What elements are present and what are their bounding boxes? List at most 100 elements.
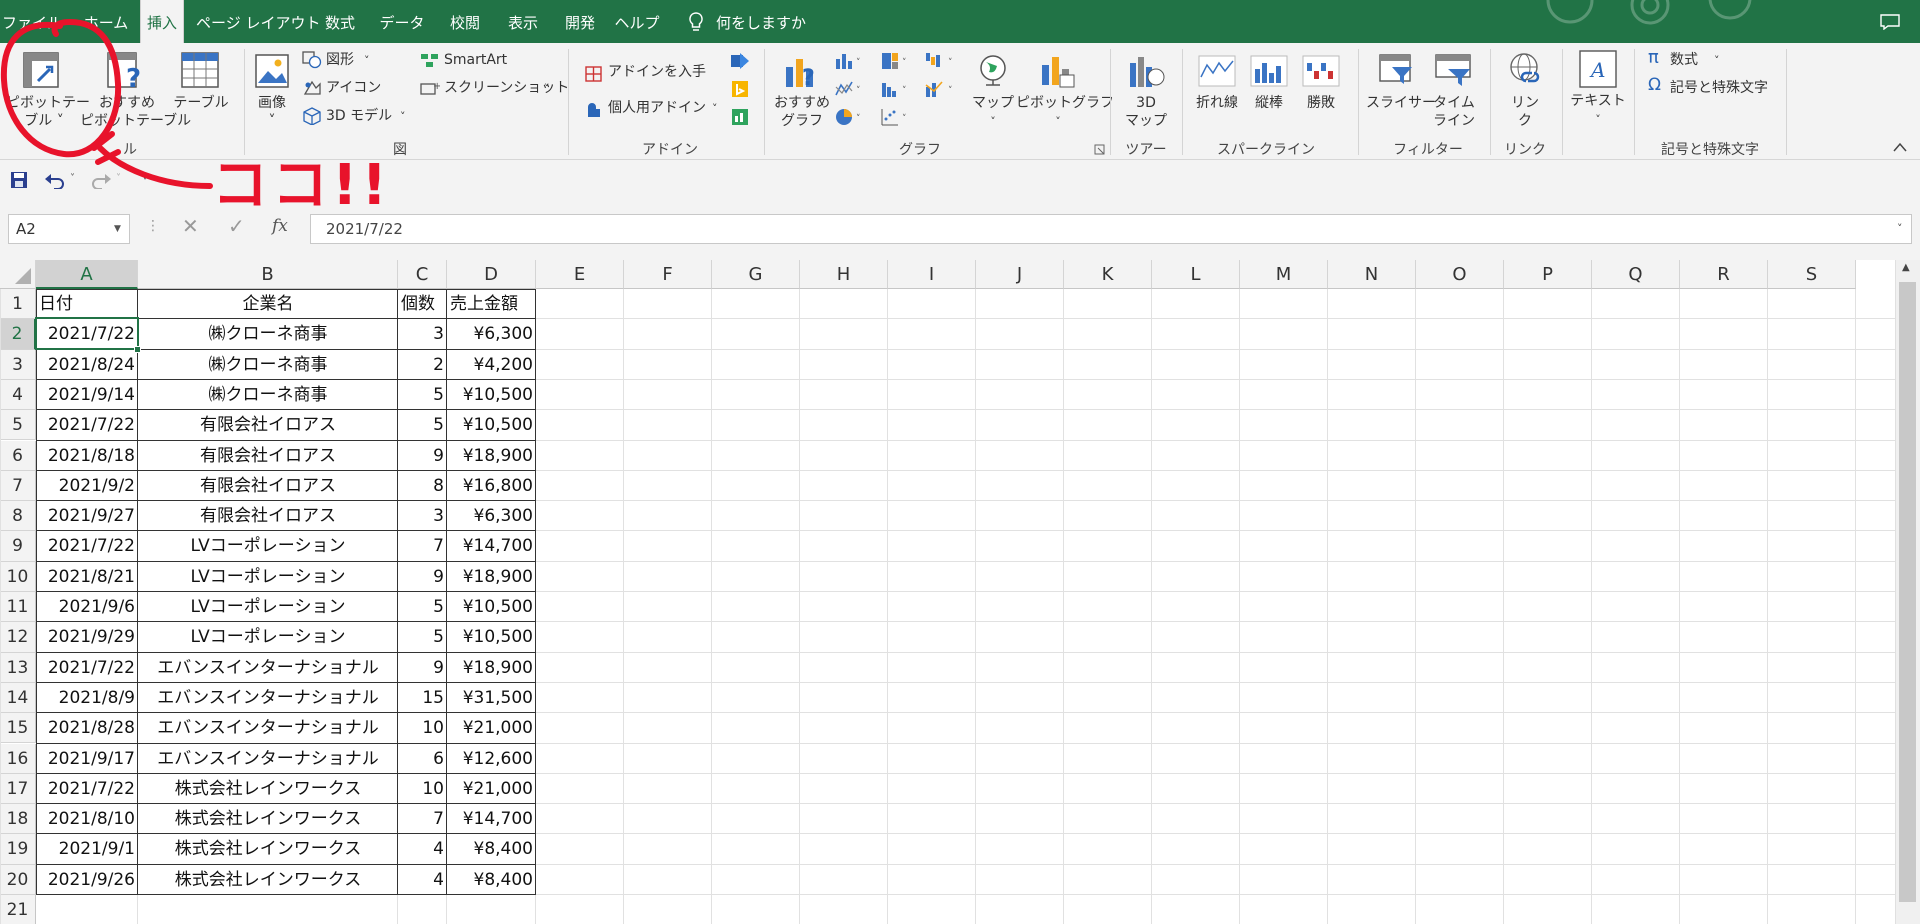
save-icon[interactable] <box>10 171 28 189</box>
icons-button[interactable]: アイコン <box>326 80 381 97</box>
data-cell[interactable]: ¥10,500 <box>447 410 536 440</box>
data-cell[interactable]: 2021/7/22 <box>36 531 138 561</box>
data-cell[interactable]: LVコーポレーション <box>138 562 398 592</box>
data-cell[interactable]: 15 <box>398 683 447 713</box>
row-header-16[interactable]: 16 <box>0 743 36 774</box>
header-cell-2[interactable]: 個数 <box>398 289 447 319</box>
pivot-chart-dropdown[interactable]: ˅ <box>1016 113 1100 130</box>
column-header-O[interactable]: O <box>1416 260 1504 289</box>
get-addins-button[interactable]: アドインを入手 <box>608 64 706 81</box>
data-cell[interactable]: 10 <box>398 713 447 743</box>
data-cell[interactable]: ¥14,700 <box>447 531 536 561</box>
name-box[interactable]: A2 <box>8 214 130 244</box>
data-cell[interactable]: ㈱クローネ商事 <box>138 350 398 380</box>
row-header-8[interactable]: 8 <box>0 501 36 532</box>
row-header-10[interactable]: 10 <box>0 561 36 592</box>
data-cell[interactable]: ¥4,200 <box>447 350 536 380</box>
column-header-D[interactable]: D <box>447 260 536 289</box>
data-cell[interactable]: 2021/9/14 <box>36 380 138 410</box>
maps-dropdown[interactable]: ˅ <box>970 113 1016 130</box>
row-header-12[interactable]: 12 <box>0 622 36 653</box>
text-dropdown[interactable]: ˅ <box>1570 111 1626 128</box>
tab-7[interactable]: 表示 <box>498 0 548 43</box>
row-header-21[interactable]: 21 <box>0 895 36 924</box>
column-header-K[interactable]: K <box>1064 260 1152 289</box>
row-header-13[interactable]: 13 <box>0 652 36 683</box>
data-cell[interactable]: エバンスインターナショナル <box>138 653 398 683</box>
data-cell[interactable]: 5 <box>398 380 447 410</box>
data-cell[interactable]: 2021/9/27 <box>36 501 138 531</box>
column-header-N[interactable]: N <box>1328 260 1416 289</box>
scatter-chart-icon[interactable]: ˅ <box>880 107 910 127</box>
tab-0[interactable]: ファイル <box>0 0 64 43</box>
row-header-9[interactable]: 9 <box>0 531 36 562</box>
row-header-4[interactable]: 4 <box>0 379 36 411</box>
data-cell[interactable]: エバンスインターナショナル <box>138 713 398 743</box>
fill-handle[interactable] <box>134 345 141 353</box>
column-header-H[interactable]: H <box>800 260 888 289</box>
data-cell[interactable]: ㈱クローネ商事 <box>138 380 398 410</box>
column-header-M[interactable]: M <box>1240 260 1328 289</box>
data-cell[interactable]: 有限会社イロアス <box>138 501 398 531</box>
tab-2[interactable]: 挿入 <box>140 0 184 43</box>
data-cell[interactable]: 2021/8/10 <box>36 804 138 834</box>
data-cell[interactable]: LVコーポレーション <box>138 592 398 622</box>
data-cell[interactable]: 7 <box>398 531 447 561</box>
redo-icon[interactable] <box>90 171 112 189</box>
row-header-2[interactable]: 2 <box>0 319 36 350</box>
equation-dropdown[interactable]: ˅ <box>1714 52 1720 69</box>
visio-icon[interactable] <box>730 51 750 71</box>
tab-1[interactable]: ホーム <box>78 0 134 43</box>
data-cell[interactable]: 2021/9/17 <box>36 744 138 774</box>
data-cell[interactable]: ¥18,900 <box>447 562 536 592</box>
combo-chart-icon[interactable]: ˅ <box>924 79 958 99</box>
waterfall-chart-icon[interactable]: ˅ <box>924 51 958 71</box>
pie-chart-icon[interactable]: ˅ <box>834 107 864 127</box>
tab-8[interactable]: 開発 <box>556 0 604 43</box>
data-cell[interactable]: 2021/8/24 <box>36 350 138 380</box>
data-cell[interactable]: 5 <box>398 592 447 622</box>
tell-me-search[interactable]: 何をしますか <box>716 0 806 43</box>
row-header-17[interactable]: 17 <box>0 773 36 805</box>
row-header-20[interactable]: 20 <box>0 864 36 895</box>
data-cell[interactable]: ¥12,600 <box>447 744 536 774</box>
data-cell[interactable]: 6 <box>398 744 447 774</box>
comments-icon[interactable] <box>1880 14 1900 30</box>
name-box-dropdown[interactable]: ▼ <box>114 221 121 238</box>
shapes-dropdown[interactable]: ˅ <box>364 52 370 69</box>
symbol-button[interactable]: 記号と特殊文字 <box>1670 80 1768 97</box>
expand-formula-bar-icon[interactable]: ˅ <box>1897 220 1903 237</box>
data-cell[interactable]: 2021/8/21 <box>36 562 138 592</box>
column-header-A[interactable]: A <box>36 260 138 289</box>
column-header-B[interactable]: B <box>138 260 398 289</box>
scrollbar-thumb[interactable] <box>1899 282 1916 902</box>
cancel-icon[interactable]: ✕ <box>182 216 199 236</box>
row-header-18[interactable]: 18 <box>0 804 36 835</box>
data-cell[interactable]: ¥18,900 <box>447 653 536 683</box>
formula-input[interactable]: 2021/7/22 <box>310 214 1912 244</box>
column-chart-icon[interactable]: ˅ <box>834 51 864 71</box>
data-cell[interactable]: ¥16,800 <box>447 471 536 501</box>
vertical-scrollbar[interactable]: ▲ <box>1895 260 1920 924</box>
hierarchy-chart-icon[interactable]: ˅ <box>880 51 910 71</box>
header-cell-0[interactable]: 日付 <box>36 289 138 319</box>
select-all-corner[interactable] <box>0 260 36 289</box>
row-header-19[interactable]: 19 <box>0 834 36 865</box>
data-cell[interactable]: 2021/9/6 <box>36 592 138 622</box>
data-cell[interactable]: 2021/7/22 <box>36 653 138 683</box>
data-cell[interactable]: ¥10,500 <box>447 622 536 652</box>
column-header-F[interactable]: F <box>624 260 712 289</box>
data-cell[interactable]: ¥6,300 <box>447 319 536 349</box>
data-cell[interactable]: 有限会社イロアス <box>138 410 398 440</box>
row-header-15[interactable]: 15 <box>0 713 36 744</box>
data-cell[interactable]: 9 <box>398 653 447 683</box>
insert-function-button[interactable]: fx <box>272 218 288 235</box>
collapse-ribbon-icon[interactable] <box>1892 141 1908 153</box>
column-header-Q[interactable]: Q <box>1592 260 1680 289</box>
undo-dropdown[interactable]: ˅ <box>70 170 75 187</box>
data-cell[interactable]: エバンスインターナショナル <box>138 744 398 774</box>
data-cell[interactable]: 3 <box>398 501 447 531</box>
data-cell[interactable]: 2021/7/22 <box>36 774 138 804</box>
screenshot-dropdown[interactable]: ˅ <box>544 80 550 97</box>
header-cell-3[interactable]: 売上金額 <box>447 289 536 319</box>
